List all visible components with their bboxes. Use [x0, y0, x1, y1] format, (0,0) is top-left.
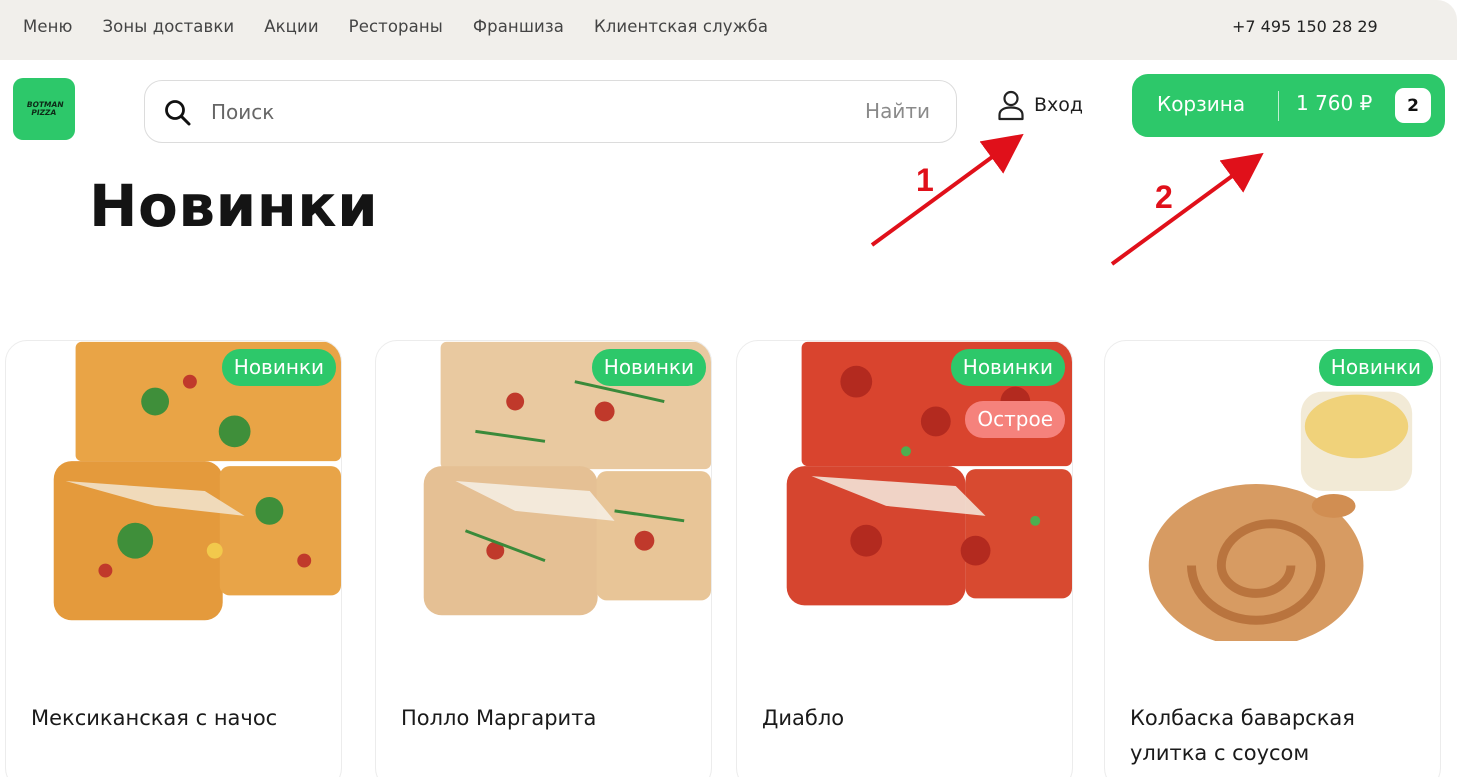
search-icon [165, 100, 191, 126]
nav-item-menu[interactable]: Меню [23, 17, 72, 36]
product-name: Диабло [762, 706, 845, 730]
search-submit-button[interactable]: Найти [865, 99, 930, 123]
logo-text: BOTMAN PIZZA [25, 100, 64, 117]
product-name: Колбаска баварская улитка с соусом [1130, 706, 1355, 765]
badge-new: Новинки [1318, 349, 1433, 386]
cart-button[interactable]: Корзина 1 760 ₽ 2 [1132, 74, 1445, 137]
page-title: Новинки [89, 172, 379, 240]
cart-label: Корзина [1157, 92, 1246, 116]
search-bar: Найти [144, 80, 957, 143]
pizza-image [423, 341, 711, 616]
annotation-arrow-1 [870, 133, 1024, 247]
nav-item-franchise[interactable]: Франшиза [473, 17, 564, 36]
phone-number-link[interactable]: +7 495 150 28 29 [1232, 17, 1378, 36]
cart-count-badge: 2 [1395, 88, 1431, 123]
annotation-arrow-2 [1110, 152, 1264, 266]
top-navigation-bar: Меню Зоны доставки Акции Рестораны Франш… [0, 0, 1457, 60]
badge-new: Новинки [950, 349, 1065, 386]
cart-divider [1278, 91, 1279, 121]
product-name: Полло Маргарита [401, 706, 597, 730]
user-icon [998, 90, 1024, 121]
badge-new: Новинки [591, 349, 706, 386]
login-label: Вход [1034, 94, 1084, 116]
product-card-mexican-nachos[interactable]: Новинки Мексиканская с начос [5, 340, 342, 777]
product-card-bavarian-sausage[interactable]: Новинки Колбаска баварская улитка с соус… [1104, 340, 1441, 777]
top-nav: Меню Зоны доставки Акции Рестораны Франш… [23, 17, 768, 36]
product-card-pollo-margherita[interactable]: Новинки Полло Маргарита [375, 340, 712, 777]
login-button[interactable]: Вход [996, 89, 1083, 121]
nav-item-delivery-zones[interactable]: Зоны доставки [102, 17, 234, 36]
nav-item-restaurants[interactable]: Рестораны [349, 17, 443, 36]
annotation-label-2: 2 [1155, 179, 1173, 215]
pizza-image [53, 341, 341, 621]
topbar-corner [1433, 0, 1457, 60]
badge-new: Новинки [221, 349, 336, 386]
nav-item-customer-service[interactable]: Клиентская служба [594, 17, 768, 36]
annotation-label-1: 1 [916, 162, 934, 198]
brand-logo[interactable]: BOTMAN PIZZA [13, 78, 75, 140]
product-card-diablo[interactable]: Новинки Острое Диабло [736, 340, 1073, 777]
badge-spicy: Острое [965, 401, 1065, 438]
product-name: Мексиканская с начос [31, 706, 278, 730]
nav-item-promotions[interactable]: Акции [264, 17, 318, 36]
pizza-image [786, 341, 1072, 606]
sausage-image [1148, 391, 1413, 641]
cart-total: 1 760 ₽ [1296, 91, 1373, 115]
search-input[interactable] [211, 95, 811, 129]
